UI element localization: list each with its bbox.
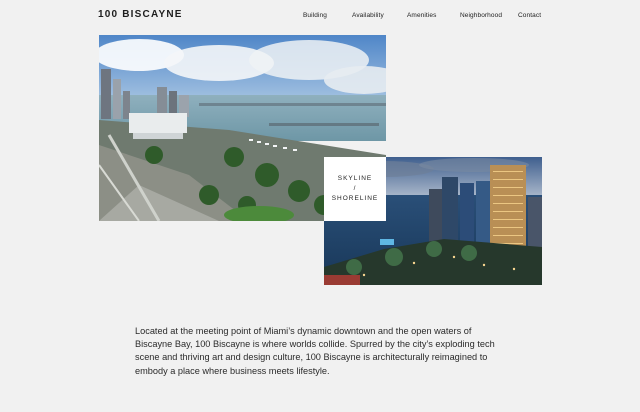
caption-separator: / <box>353 185 357 192</box>
caption-shoreline: SHORELINE <box>331 195 379 202</box>
nav-item-building[interactable]: Building <box>303 12 327 19</box>
gallery-caption: SKYLINE / SHORELINE <box>324 157 386 221</box>
intro-paragraph: Located at the meeting point of Miami’s … <box>135 326 495 376</box>
nav-item-availability[interactable]: Availability <box>352 12 384 19</box>
nav-item-amenities[interactable]: Amenities <box>407 12 436 19</box>
nav-item-neighborhood[interactable]: Neighborhood <box>460 12 502 19</box>
nav-item-contact[interactable]: Contact <box>518 12 541 19</box>
main-nav: Building Availability Amenities Neighbor… <box>0 12 640 22</box>
caption-skyline: SKYLINE <box>337 175 373 182</box>
